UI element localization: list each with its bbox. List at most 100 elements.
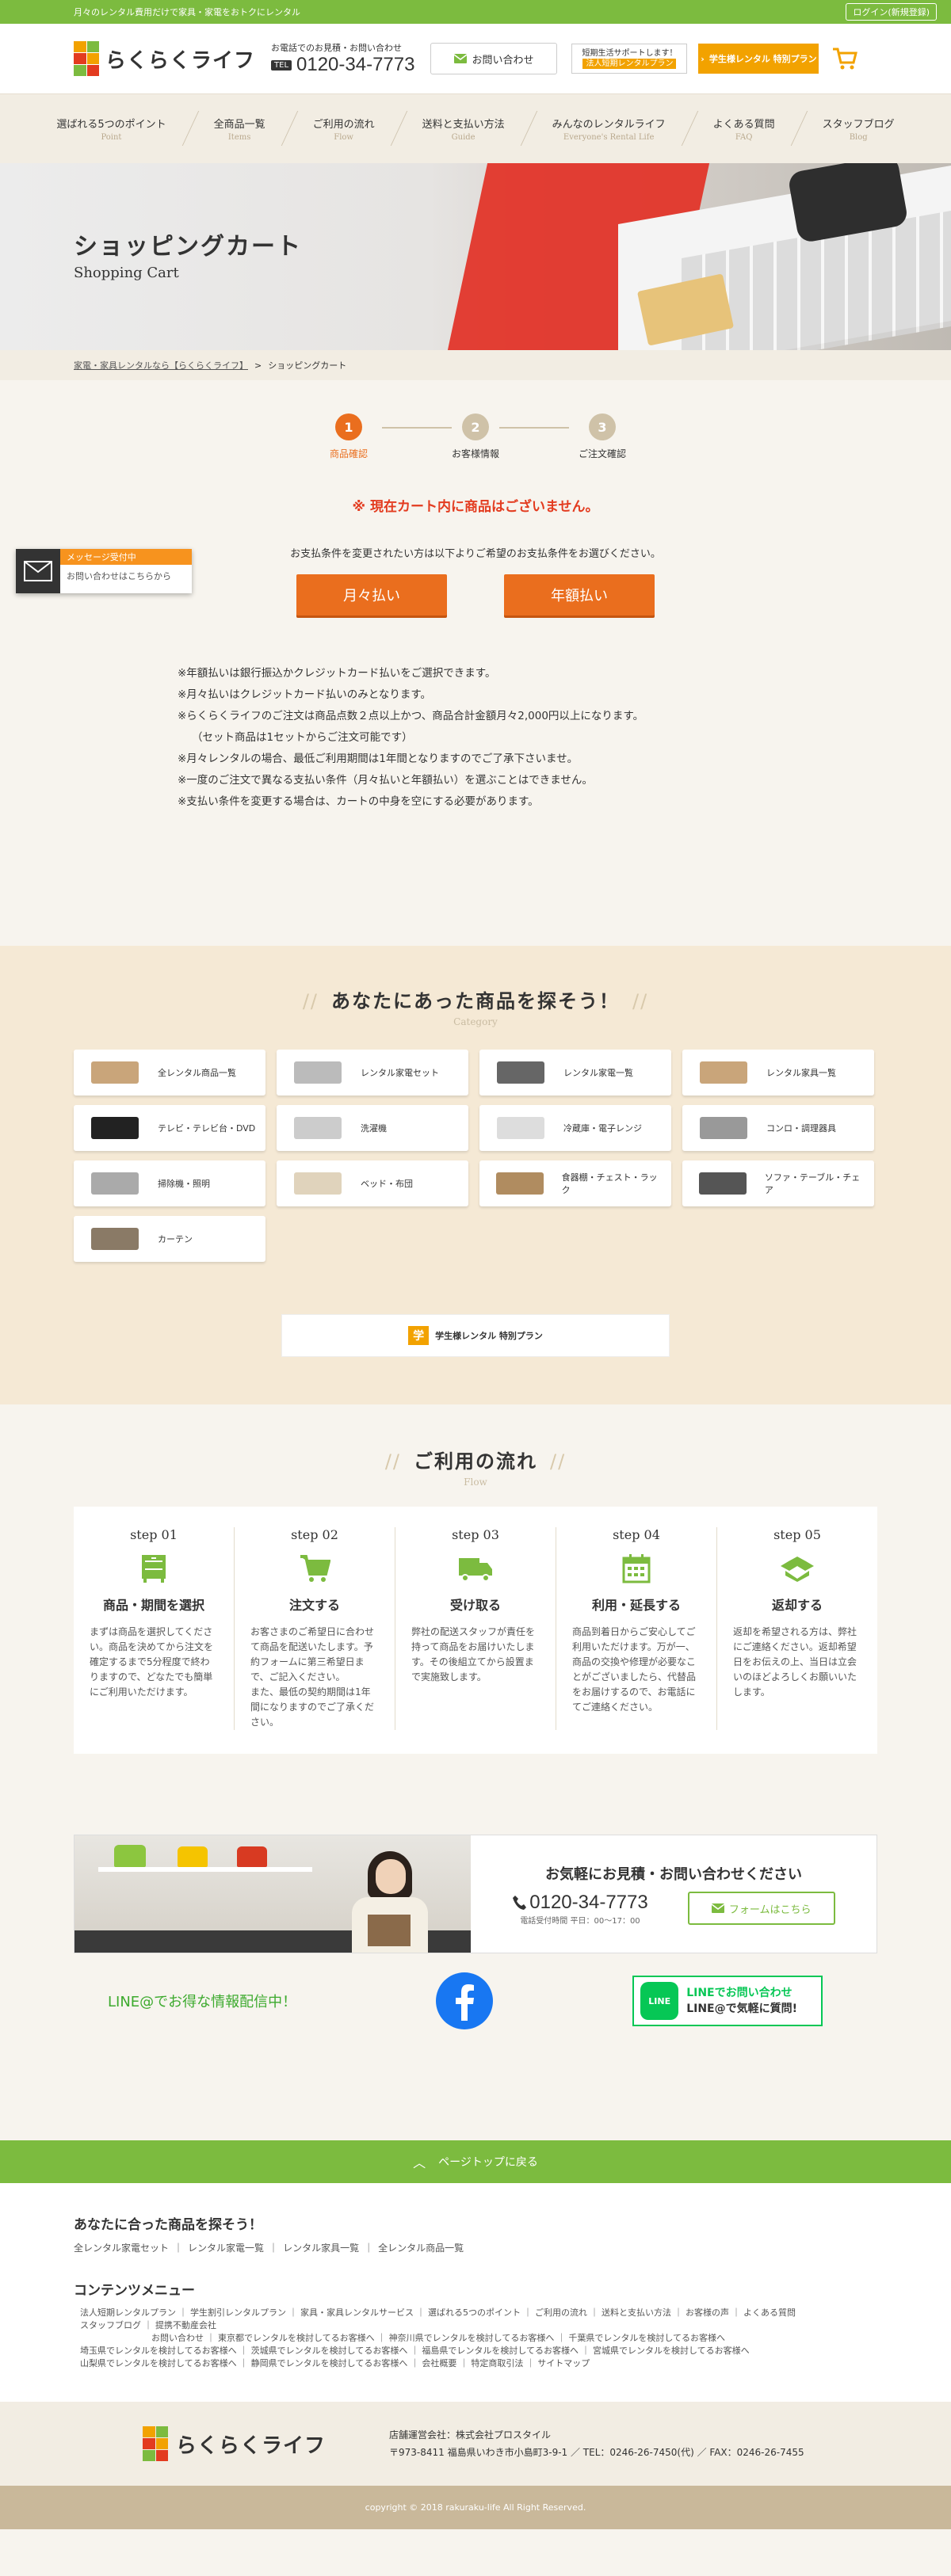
category-item[interactable]: ソファ・テーブル・チェア: [682, 1160, 874, 1206]
dresser-icon: [142, 1555, 166, 1583]
category-thumbnail: [487, 1111, 554, 1145]
category-label: 冷蔵庫・電子レンジ: [563, 1123, 642, 1134]
site-header: らくらくライフ お電話でのお見積・お問い合わせ TEL 0120-34-7773…: [0, 24, 951, 93]
category-item[interactable]: カーテン: [74, 1216, 265, 1262]
category-label: レンタル家電セット: [361, 1068, 439, 1078]
category-thumbnail: [690, 1167, 755, 1200]
nav-item-label: よくある質問: [712, 119, 775, 131]
category-item[interactable]: 全レンタル商品一覧: [74, 1050, 265, 1096]
category-item[interactable]: 冷蔵庫・電子レンジ: [479, 1105, 671, 1151]
nav-item-label: 選ばれる5つのポイント: [56, 119, 166, 131]
tel-number[interactable]: 0120-34-7773: [296, 54, 414, 76]
checkout-steps: 1 商品確認 2 お客様情報 3 ご注文確認: [0, 380, 951, 460]
nav-item[interactable]: 送料と支払い方法 Guide: [399, 116, 529, 142]
tel-badge: TEL: [271, 59, 292, 70]
header-tel: お電話でのお見積・お問い合わせ TEL 0120-34-7773: [271, 41, 414, 76]
category-label: ソファ・テーブル・チェア: [764, 1172, 861, 1195]
line-contact-button[interactable]: LINE LINEでお問い合わせ LINE@で気軽に質問!: [632, 1976, 823, 2026]
category-thumbnail: [82, 1222, 148, 1256]
category-item[interactable]: テレビ・テレビ台・DVD: [74, 1105, 265, 1151]
nav-item[interactable]: 選ばれる5つのポイント Point: [32, 116, 189, 142]
category-label: 洗濯機: [361, 1123, 387, 1134]
student-plan-logo-icon: 学: [408, 1326, 430, 1345]
footer-address: 〒973-8411 福島県いわき市小島町3-9-1 ／ TEL：0246-26-…: [389, 2447, 804, 2458]
footer-find-link[interactable]: レンタル家具一覧: [283, 2243, 359, 2254]
payment-notes: ※年額払いは銀行振込かクレジットカード払いをご選択できます。 ※月々払いはクレジ…: [0, 615, 951, 813]
footer-menu-row[interactable]: スタッフブログ ｜ 提携不動産会社: [80, 2319, 877, 2332]
tel-caption: お電話でのお見積・お問い合わせ: [271, 43, 403, 53]
footer-logo[interactable]: らくらくライフ: [143, 2426, 326, 2461]
chevron-up-icon: ︿: [413, 2155, 426, 2170]
footer-find-link[interactable]: 全レンタル家電セット: [74, 2243, 169, 2254]
corporate-short-rental-banner[interactable]: 短期生活サポートします！ 法人短期レンタルプラン: [571, 44, 688, 74]
message-status: メッセージ受付中: [60, 549, 192, 565]
category-item[interactable]: コンロ・調理器具: [682, 1105, 874, 1151]
category-label: レンタル家電一覧: [563, 1068, 633, 1078]
sns-section: LINE@でお得な情報配信中！ LINE LINEでお問い合わせ LINE@で気…: [74, 1953, 877, 2048]
yearly-payment-button[interactable]: 年額払い: [504, 574, 655, 615]
nav-item[interactable]: スタッフブログ Blog: [799, 116, 919, 142]
contact-hours: 電話受付時間 平日：00～17：00: [520, 1916, 640, 1926]
category-section: //あなたにあった商品を探そう！// Category 全レンタル商品一覧 レンタ…: [0, 946, 951, 1404]
footer-bottom: らくらくライフ 店舗運営会社：株式会社プロスタイル 〒973-8411 福島県い…: [0, 2402, 951, 2486]
category-item[interactable]: レンタル家具一覧: [682, 1050, 874, 1096]
nav-item-label: みんなのレンタルライフ: [552, 119, 666, 131]
message-widget[interactable]: メッセージ受付中 お問い合わせはこちらから: [16, 549, 192, 593]
breadcrumb-home-link[interactable]: 家電・家具レンタルなら【らくらくライフ】: [74, 359, 248, 372]
footer-logo-text: らくらくライフ: [176, 2433, 327, 2458]
login-button[interactable]: ログイン(新規登録): [846, 3, 937, 21]
category-subtitle: Category: [453, 1016, 498, 1027]
category-item[interactable]: 食器棚・チェスト・ラック: [479, 1160, 671, 1206]
flow-steps: step 01 商品・期間を選択 まずは商品を選択してください。商品を決めてから…: [74, 1507, 877, 1754]
nav-item-sublabel: Point: [101, 133, 122, 142]
student-plan-banner[interactable]: › 学生様レンタル 特別プラン: [698, 44, 819, 74]
footer-menu-row[interactable]: お問い合わせ ｜ 東京都でレンタルを検討してるお客様へ ｜ 神奈川県でレンタルを…: [80, 2332, 877, 2345]
payment-note: ※支払い条件を変更する場合は、カートの中身を空にする必要があります。: [178, 795, 539, 808]
breadcrumb-separator: >: [254, 360, 262, 371]
nav-item[interactable]: ご利用の流れ Flow: [289, 116, 399, 142]
footer-find-link[interactable]: 全レンタル商品一覧: [378, 2243, 464, 2254]
contact-form-button[interactable]: フォームはこちら: [687, 1892, 835, 1925]
logo-mark-icon: [74, 41, 99, 76]
category-item[interactable]: 洗濯機: [277, 1105, 468, 1151]
breadcrumb: 家電・家具レンタルなら【らくらくライフ】 > ショッピングカート: [0, 350, 951, 380]
page-title: ショッピングカート: [74, 233, 302, 261]
category-item[interactable]: レンタル家電一覧: [479, 1050, 671, 1096]
nav-item-sublabel: Items: [227, 133, 251, 142]
facebook-icon[interactable]: [436, 1972, 494, 2029]
monthly-payment-button[interactable]: 月々払い: [296, 574, 447, 615]
category-grid: 全レンタル商品一覧 レンタル家電セット レンタル家電一覧 レンタル家具一覧テレビ・テレ…: [74, 1050, 877, 1262]
site-tagline: 月々のレンタル費用だけで家具・家電をおトクにレンタル: [74, 7, 300, 17]
student-plan-banner[interactable]: 学 学生様レンタル 特別プラン: [281, 1314, 670, 1357]
category-thumbnail: [487, 1167, 552, 1200]
site-logo[interactable]: らくらくライフ: [74, 41, 255, 76]
nav-item[interactable]: よくある質問 FAQ: [689, 116, 799, 142]
empty-cart-notice: ※ 現在カート内に商品はございません。: [352, 499, 599, 515]
short-banner-line2: 法人短期レンタルプラン: [582, 59, 677, 69]
flow-step: step 02 注文する お客さまのご希望日に合わせて商品を配送いたします。予約…: [234, 1527, 395, 1730]
category-thumbnail: [285, 1167, 351, 1200]
category-item[interactable]: 掃除機・照明: [74, 1160, 265, 1206]
contact-tel[interactable]: 0120-34-7773: [529, 1892, 647, 1914]
nav-item-sublabel: Flow: [334, 133, 353, 142]
logo-text: らくらくライフ: [105, 48, 256, 73]
student-banner-text: 学生様レンタル 特別プラン: [708, 54, 817, 64]
footer-find-link[interactable]: レンタル家電一覧: [188, 2243, 264, 2254]
contact-button[interactable]: お問い合わせ: [430, 43, 558, 74]
category-item[interactable]: ベッド・布団: [277, 1160, 468, 1206]
footer-menu-row[interactable]: 埼玉県でレンタルを検討してるお客様へ ｜ 茨城県でレンタルを検討してるお客様へ …: [80, 2345, 877, 2357]
checkout-step: 2 お客様情報: [440, 413, 511, 460]
footer-menu-row[interactable]: 山梨県でレンタルを検討してるお客様へ ｜ 静岡県でレンタルを検討してるお客様へ …: [80, 2357, 877, 2370]
page-top-button[interactable]: ︿ ページトップに戻る: [0, 2140, 951, 2183]
nav-item[interactable]: みんなのレンタルライフ Everyone's Rental Life: [529, 116, 689, 142]
breadcrumb-current: ショッピングカート: [268, 360, 347, 371]
nav-item-sublabel: Blog: [849, 133, 868, 142]
nav-item[interactable]: 全商品一覧 Items: [190, 116, 289, 142]
contact-staff-image: [74, 1835, 471, 1953]
cart-icon[interactable]: [831, 45, 858, 72]
nav-item-label: 全商品一覧: [213, 119, 265, 131]
flow-title: ご利用の流れ: [414, 1450, 537, 1473]
logo-mark-icon: [143, 2426, 168, 2461]
category-item[interactable]: レンタル家電セット: [277, 1050, 468, 1096]
footer-menu-row[interactable]: 法人短期レンタルプラン ｜ 学生割引レンタルプラン ｜ 家具・家具レンタルサービ…: [80, 2307, 877, 2319]
